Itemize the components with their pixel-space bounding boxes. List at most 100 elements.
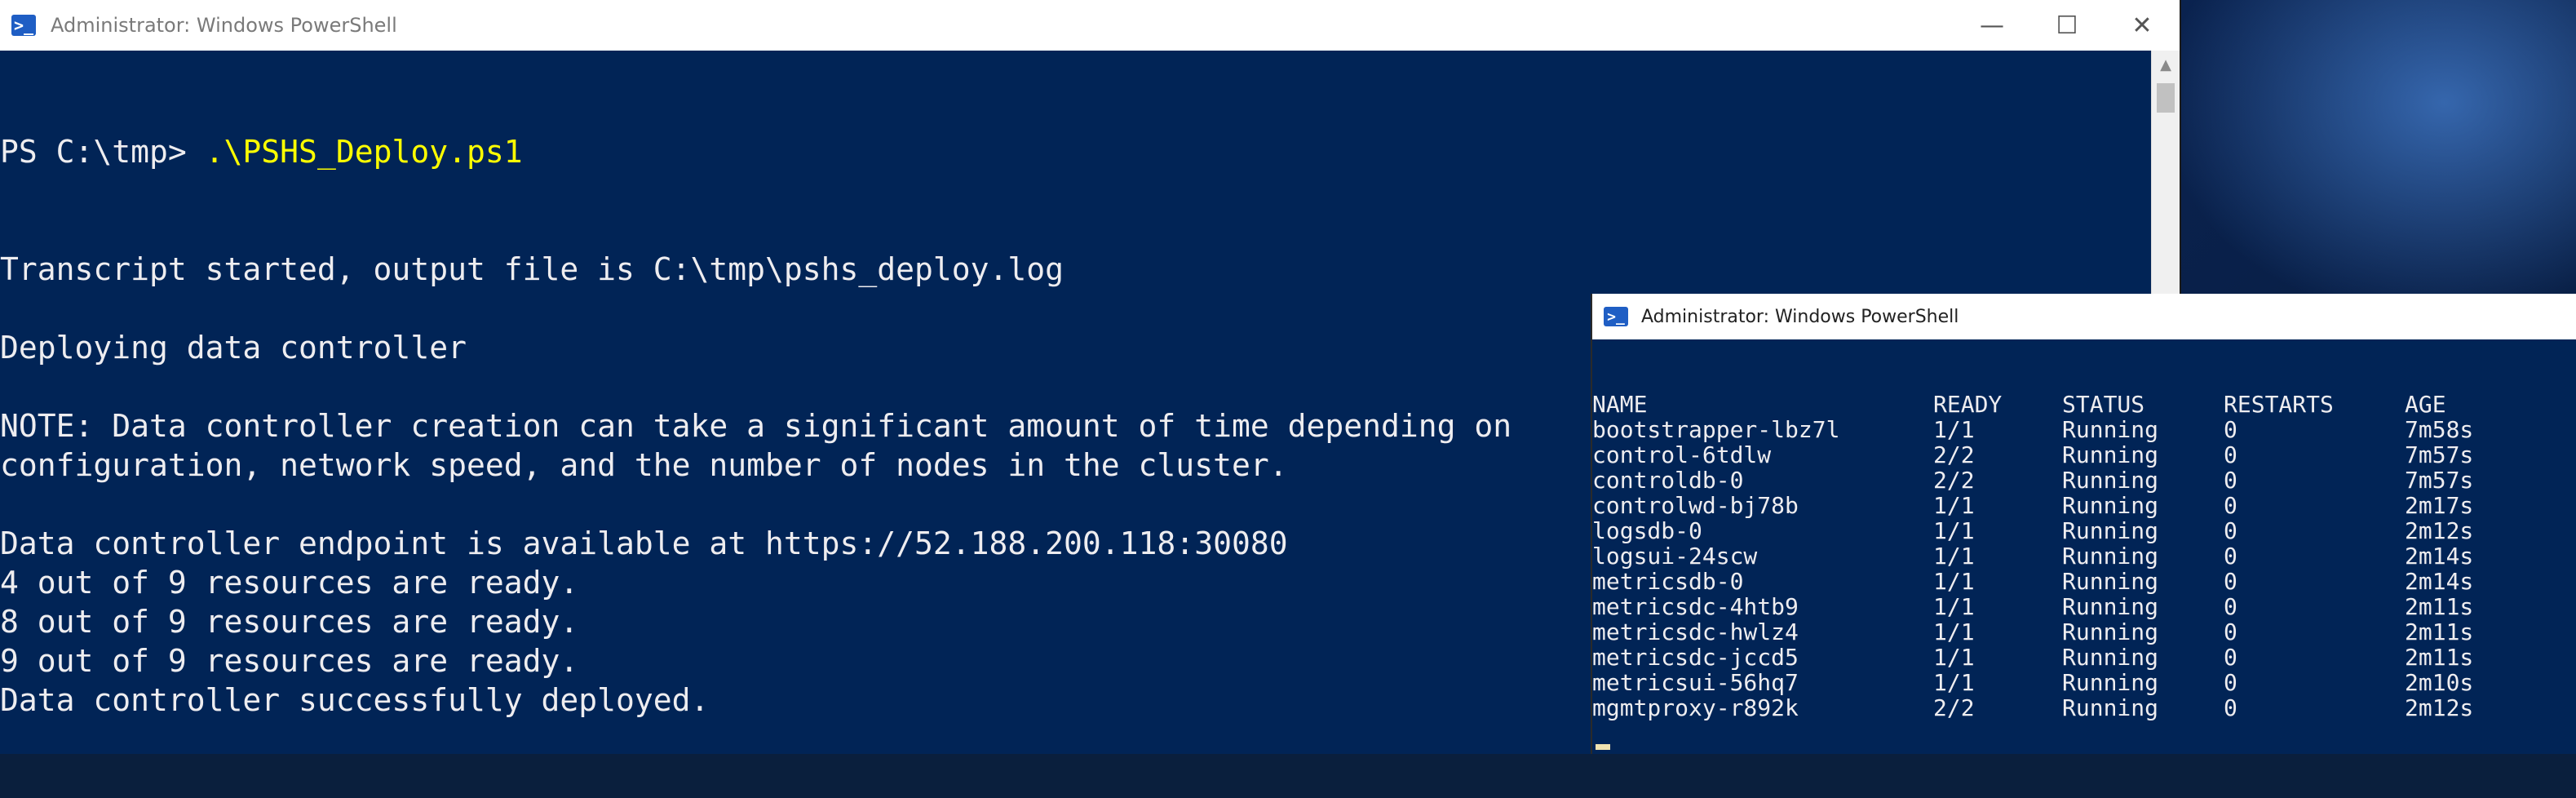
cell-status: Running [2062, 543, 2159, 570]
cell-status: Running [2062, 441, 2159, 468]
cell-status: Running [2062, 492, 2159, 519]
cell-name: metricsui-56hq7 [1592, 669, 1799, 696]
cell-ready: 2/2 [1933, 441, 1975, 468]
cell-restarts: 0 [2224, 517, 2237, 544]
close-icon[interactable]: ✕ [2105, 0, 2180, 51]
table-row: mgmtproxy-r892k 2/2 Running 0 2m12s [1592, 695, 2552, 720]
cell-status: Running [2062, 568, 2159, 595]
table-row: controldb-0 2/2 Running 0 7m57s [1592, 468, 2552, 493]
cell-status: Running [2062, 644, 2159, 671]
cell-status: Running [2062, 669, 2159, 696]
output-line: Transcript started, output file is C:\tm… [0, 251, 1064, 287]
cell-status: Running [2062, 416, 2159, 443]
cell-name: metricsdc-hwlz4 [1592, 618, 1799, 645]
cell-restarts: 0 [2224, 593, 2237, 620]
cell-restarts: 0 [2224, 492, 2237, 519]
cell-age: 7m58s [2405, 416, 2474, 443]
table-row: metricsdc-hwlz4 1/1 Running 0 2m11s [1592, 619, 2552, 645]
window-controls: — ☐ ✕ [1954, 0, 2180, 51]
maximize-icon[interactable]: ☐ [2029, 0, 2105, 51]
cell-status: Running [2062, 694, 2159, 721]
cell-restarts: 0 [2224, 644, 2237, 671]
table-row: metricsui-56hq7 1/1 Running 0 2m10s [1592, 670, 2552, 695]
cell-restarts: 0 [2224, 416, 2237, 443]
cell-ready: 1/1 [1933, 543, 1975, 570]
cell-name: logsui-24scw [1592, 543, 1758, 570]
prompt: PS C:\tmp> [0, 134, 206, 170]
cell-ready: 1/1 [1933, 618, 1975, 645]
title-bar[interactable]: >_ Administrator: Windows PowerShell — ☐… [0, 0, 2180, 51]
command-text: .\PSHS_Deploy.ps1 [205, 134, 523, 170]
table-row: logsdb-0 1/1 Running 0 2m12s [1592, 518, 2552, 543]
title-bar[interactable]: >_ Administrator: Windows PowerShell [1592, 294, 2576, 339]
header-ready: READY [1933, 391, 2003, 418]
table-row: metricsdc-jccd5 1/1 Running 0 2m11s [1592, 645, 2552, 670]
table-row: metricsdc-4htb9 1/1 Running 0 2m11s [1592, 594, 2552, 619]
cell-age: 2m14s [2405, 568, 2474, 595]
window-title: Administrator: Windows PowerShell [1641, 306, 1959, 327]
cell-restarts: 0 [2224, 467, 2237, 494]
table-row: bootstrapper-lbz7l 1/1 Running 0 7m58s [1592, 417, 2552, 442]
cell-status: Running [2062, 593, 2159, 620]
prompt-line: PS C:\tmp> .\PSHS_Deploy.ps1 [0, 132, 2150, 171]
cell-name: controldb-0 [1592, 467, 1744, 494]
cell-age: 2m14s [2405, 543, 2474, 570]
cell-age: 2m17s [2405, 492, 2474, 519]
header-status: STATUS [2062, 391, 2145, 418]
cell-name: metricsdc-4htb9 [1592, 593, 1799, 620]
table-row: controlwd-bj78b 1/1 Running 0 2m17s [1592, 493, 2552, 518]
table-row: control-6tdlw 2/2 Running 0 7m57s [1592, 442, 2552, 468]
cell-ready: 1/1 [1933, 644, 1975, 671]
cell-status: Running [2062, 517, 2159, 544]
cell-ready: 1/1 [1933, 669, 1975, 696]
cell-name: mgmtproxy-r892k [1592, 694, 1799, 721]
scroll-up-icon[interactable]: ▲ [2152, 51, 2180, 78]
cell-age: 2m10s [2405, 669, 2474, 696]
cell-ready: 2/2 [1933, 694, 1975, 721]
minimize-icon[interactable]: — [1954, 0, 2029, 51]
cell-name: metricsdb-0 [1592, 568, 1744, 595]
scrollbar-thumb[interactable] [2157, 83, 2175, 113]
cell-status: Running [2062, 467, 2159, 494]
wallpaper-glow [2137, 0, 2576, 343]
cell-ready: 1/1 [1933, 416, 1975, 443]
cell-age: 2m12s [2405, 694, 2474, 721]
cell-restarts: 0 [2224, 543, 2237, 570]
cell-age: 2m12s [2405, 517, 2474, 544]
table-row: logsui-24scw 1/1 Running 0 2m14s [1592, 543, 2552, 569]
powershell-icon[interactable]: >_ [11, 15, 36, 36]
pods-console-output[interactable]: NAME READY STATUS RESTARTS AGE bootstrap… [1592, 339, 2576, 754]
cell-name: bootstrapper-lbz7l [1592, 416, 1840, 443]
cell-age: 2m11s [2405, 618, 2474, 645]
cell-restarts: 0 [2224, 694, 2237, 721]
text-cursor [1596, 744, 1610, 750]
header-restarts: RESTARTS [2224, 391, 2334, 418]
header-age: AGE [2405, 391, 2446, 418]
cell-restarts: 0 [2224, 618, 2237, 645]
cell-age: 7m57s [2405, 467, 2474, 494]
cell-ready: 1/1 [1933, 492, 1975, 519]
powershell-window-pods[interactable]: >_ Administrator: Windows PowerShell NAM… [1591, 294, 2576, 754]
cell-restarts: 0 [2224, 669, 2237, 696]
pods-table-body: bootstrapper-lbz7l 1/1 Running 0 7m58s contro… [1592, 417, 2552, 720]
cell-restarts: 0 [2224, 441, 2237, 468]
table-row: metricsdb-0 1/1 Running 0 2m14s [1592, 569, 2552, 594]
cell-age: 2m11s [2405, 593, 2474, 620]
cell-ready: 1/1 [1933, 568, 1975, 595]
pods-table: NAME READY STATUS RESTARTS AGE bootstrap… [1592, 392, 2552, 720]
cell-ready: 2/2 [1933, 467, 1975, 494]
cell-ready: 1/1 [1933, 593, 1975, 620]
cell-age: 2m11s [2405, 644, 2474, 671]
cell-ready: 1/1 [1933, 517, 1975, 544]
cell-status: Running [2062, 618, 2159, 645]
cell-name: controlwd-bj78b [1592, 492, 1799, 519]
cell-restarts: 0 [2224, 568, 2237, 595]
powershell-icon[interactable]: >_ [1604, 307, 1628, 326]
cell-name: logsdb-0 [1592, 517, 1702, 544]
table-header-row: NAME READY STATUS RESTARTS AGE [1592, 392, 2552, 417]
cell-name: control-6tdlw [1592, 441, 1772, 468]
cell-name: metricsdc-jccd5 [1592, 644, 1799, 671]
cell-age: 7m57s [2405, 441, 2474, 468]
window-title: Administrator: Windows PowerShell [51, 14, 397, 37]
header-name: NAME [1592, 391, 1648, 418]
